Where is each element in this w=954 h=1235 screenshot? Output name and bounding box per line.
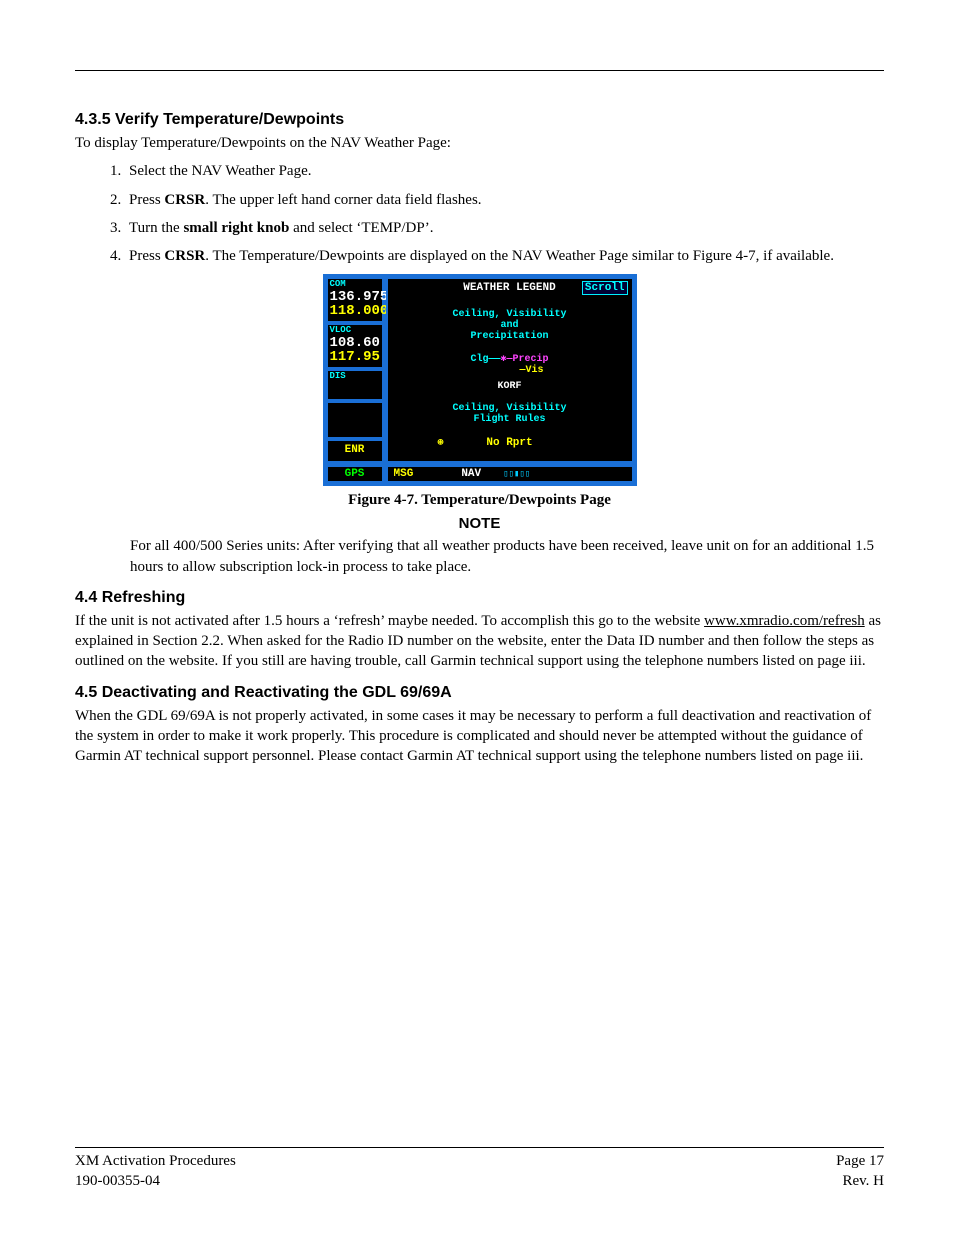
enr-panel: ENR	[326, 439, 384, 463]
bottom-bar: MSG NAV ▯▯▮▯▯	[386, 465, 634, 483]
nav-indicator: NAV	[461, 468, 481, 480]
no-report-label: No Rprt	[388, 437, 632, 449]
heading-4-5: 4.5 Deactivating and Reactivating the GD…	[75, 684, 884, 702]
step-4: Press CRSR. The Temperature/Dewpoints ar…	[125, 246, 884, 266]
top-rule	[75, 70, 884, 71]
step-3: Turn the small right knob and select ‘TE…	[125, 218, 884, 238]
footer-rev: Rev. H	[842, 1172, 884, 1192]
msg-indicator: MSG	[394, 468, 414, 480]
refresh-link[interactable]: www.xmradio.com/refresh	[704, 613, 865, 629]
step-1: Select the NAV Weather Page.	[125, 161, 884, 181]
note-label: NOTE	[75, 515, 884, 532]
heading-4-3-5: 4.3.5 Verify Temperature/Dewpoints	[75, 111, 884, 129]
legend-block-1: Ceiling, Visibility and Precipitation	[388, 309, 632, 342]
com-panel: COM 136.975 118.000	[326, 277, 384, 323]
heading-4-4: 4.4 Refreshing	[75, 589, 884, 607]
steps-list: Select the NAV Weather Page. Press CRSR.…	[75, 161, 884, 266]
station-id: KORF	[388, 381, 632, 392]
figure-caption: Figure 4-7. Temperature/Dewpoints Page	[75, 492, 884, 509]
legend-block-2: Ceiling, Visibility Flight Rules	[388, 403, 632, 425]
scroll-indicator: Scroll	[582, 281, 628, 295]
spacer-panel	[326, 401, 384, 439]
nav-device-figure: COM 136.975 118.000 VLOC 108.60 117.95 D…	[323, 274, 637, 486]
note-body: For all 400/500 Series units: After veri…	[130, 536, 884, 577]
vloc-panel: VLOC 108.60 117.95	[326, 323, 384, 369]
footer-doc-title: XM Activation Procedures	[75, 1152, 236, 1172]
footer-page: Page 17	[836, 1152, 884, 1172]
dis-panel: DIS	[326, 369, 384, 401]
legend-diagram: Clg——✱—Precip —Vis	[388, 353, 632, 376]
gps-indicator: GPS	[326, 465, 384, 483]
body-4-5: When the GDL 69/69A is not properly acti…	[75, 706, 884, 767]
intro-4-3-5: To display Temperature/Dewpoints on the …	[75, 133, 884, 153]
body-4-4: If the unit is not activated after 1.5 h…	[75, 611, 884, 672]
footer-doc-number: 190-00355-04	[75, 1172, 160, 1192]
page-boxes-icon: ▯▯▮▯▯	[503, 469, 530, 479]
page-footer: XM Activation Procedures Page 17 190-003…	[75, 1147, 884, 1191]
step-2: Press CRSR. The upper left hand corner d…	[125, 190, 884, 210]
weather-legend-screen: WEATHER LEGEND Scroll Ceiling, Visibilit…	[386, 277, 634, 463]
